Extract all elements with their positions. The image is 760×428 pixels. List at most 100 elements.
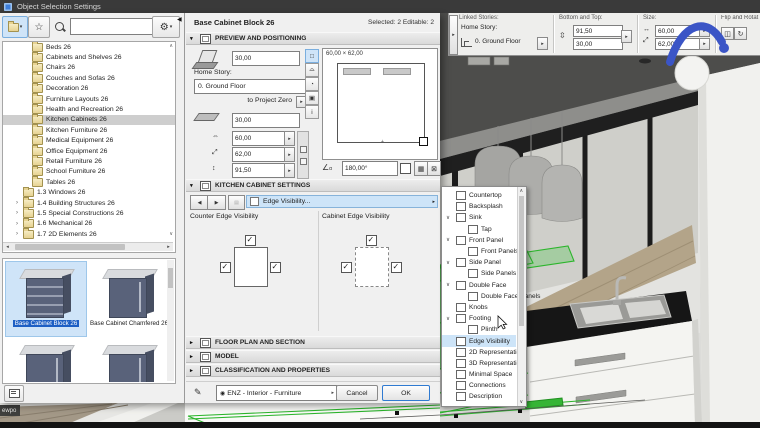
- bottom-top-flyout-button[interactable]: ▸: [621, 30, 632, 43]
- info-preview-icon[interactable]: i: [305, 105, 319, 119]
- home-story-flyout-button[interactable]: ▸: [537, 37, 548, 50]
- scroll-up-icon[interactable]: ∧: [169, 43, 173, 49]
- next-page-button[interactable]: ▶: [207, 195, 226, 210]
- scroll-right-icon[interactable]: ▸: [164, 243, 173, 251]
- collapse-panel-button[interactable]: ◀: [177, 16, 182, 23]
- tree-item[interactable]: Office Equipment 26: [3, 146, 175, 156]
- tree-item[interactable]: Cabinets and Shelves 26: [3, 52, 175, 62]
- tree-item[interactable]: Furniture Layouts 26: [3, 94, 175, 104]
- rotation-input[interactable]: 180,00°: [342, 161, 398, 176]
- width-flyout-button[interactable]: ▸: [284, 131, 295, 146]
- settings-button[interactable]: ⚙▾: [152, 16, 180, 38]
- menu-item[interactable]: Side Panel: [442, 257, 516, 268]
- cancel-button[interactable]: Cancel: [336, 385, 378, 401]
- preview-window[interactable]: 60,00 × 62,00 +: [322, 48, 438, 160]
- info-box-expand-button[interactable]: ▸: [449, 15, 458, 55]
- library-location-button[interactable]: [4, 385, 24, 402]
- top-elevation-input[interactable]: 30,00: [232, 51, 300, 66]
- expander-icon[interactable]: [446, 282, 453, 288]
- ok-button[interactable]: OK: [382, 385, 430, 401]
- menu-item[interactable]: Front Panel: [442, 235, 516, 246]
- scroll-left-icon[interactable]: ◂: [3, 243, 12, 251]
- menu-scrollbar[interactable]: ∧ ∨: [517, 187, 526, 406]
- menu-item[interactable]: Plinth: [442, 324, 528, 335]
- menu-item[interactable]: Knobs: [442, 302, 516, 313]
- menu-item[interactable]: Double Face Panels: [442, 291, 528, 302]
- 3d-preview-icon[interactable]: ◔: [305, 77, 319, 91]
- tree-item[interactable]: Couches and Sofas 26: [3, 73, 175, 83]
- tree-item[interactable]: Beds 26: [3, 42, 175, 52]
- menu-item[interactable]: Front Panels: [442, 246, 528, 257]
- horizontal-scrollbar[interactable]: ◂ ▸: [3, 242, 173, 251]
- tree-item[interactable]: School Furniture 26: [3, 167, 175, 177]
- top-elevation-field[interactable]: 91,50: [573, 25, 623, 37]
- search-button[interactable]: [50, 16, 68, 36]
- tree-item[interactable]: Health and Recreation 26: [3, 104, 175, 114]
- tree-item[interactable]: Kitchen Cabinets 26: [3, 115, 175, 125]
- collapsed-section-bar[interactable]: ▸ MODEL: [186, 350, 440, 363]
- tree-item[interactable]: Medical Equipment 26: [3, 136, 175, 146]
- menu-item[interactable]: 3D Representation: [442, 358, 516, 369]
- expander-icon[interactable]: [446, 215, 453, 221]
- elevation-preview-icon[interactable]: ⌓: [305, 63, 319, 77]
- rotate-button[interactable]: ↻: [734, 27, 747, 40]
- collapsed-section-bar[interactable]: ▸ FLOOR PLAN AND SECTION: [186, 336, 440, 349]
- menu-item[interactable]: Double Face: [442, 280, 516, 291]
- expander-icon[interactable]: [16, 221, 23, 227]
- scrollbar-thumb[interactable]: [15, 244, 125, 250]
- size-width-flyout-button[interactable]: ▸: [699, 25, 710, 37]
- mirror-x-button[interactable]: ▦: [414, 161, 428, 176]
- mirror-button[interactable]: ◫: [721, 27, 734, 40]
- menu-item[interactable]: Description: [442, 391, 516, 402]
- plan-preview-icon[interactable]: □: [305, 49, 319, 63]
- counter-left-edge-checkbox[interactable]: [220, 262, 231, 273]
- cabinet-right-edge-checkbox[interactable]: [391, 262, 402, 273]
- hotspot-handle[interactable]: [419, 137, 428, 146]
- page-list-button[interactable]: ▤: [228, 195, 245, 210]
- anchor-reference-link[interactable]: to Project Zero: [194, 97, 292, 104]
- collapsed-section-bar[interactable]: ▸ CLASSIFICATION AND PROPERTIES: [186, 364, 440, 377]
- cabinet-top-edge-checkbox[interactable]: [366, 235, 377, 246]
- menu-item[interactable]: Edge Visibility: [442, 335, 516, 346]
- model-preview-icon[interactable]: ▣: [305, 91, 319, 105]
- counter-right-edge-checkbox[interactable]: [270, 262, 281, 273]
- tree-item[interactable]: Retail Furniture 26: [3, 156, 175, 166]
- settings-page-dropdown[interactable]: Edge Visibility... ▸: [246, 195, 438, 208]
- search-input[interactable]: [70, 18, 154, 35]
- mirror-y-button[interactable]: ⊠: [427, 161, 441, 176]
- mirror-checkbox[interactable]: [400, 163, 411, 174]
- expander-icon[interactable]: [446, 316, 453, 322]
- bottom-elevation-field[interactable]: 30,00: [573, 38, 623, 50]
- object-thumbnail[interactable]: [6, 338, 86, 382]
- scrollbar-thumb[interactable]: [519, 196, 524, 326]
- counter-top-edge-checkbox[interactable]: [245, 235, 256, 246]
- menu-item[interactable]: Backsplash: [442, 201, 516, 212]
- depth-input[interactable]: 62,00: [232, 147, 286, 162]
- depth-flyout-button[interactable]: ▸: [284, 147, 295, 162]
- scroll-down-icon[interactable]: ∨: [169, 231, 173, 237]
- cabinet-left-edge-checkbox[interactable]: [341, 262, 352, 273]
- object-thumbnail[interactable]: [89, 338, 169, 382]
- object-thumbnail[interactable]: Base Cabinet Block 26: [6, 262, 86, 336]
- menu-item[interactable]: Footing: [442, 313, 516, 324]
- section-preview-positioning[interactable]: ▾ PREVIEW AND POSITIONING: [186, 32, 440, 45]
- tree-item[interactable]: 1.7 2D Elements 26: [3, 229, 175, 239]
- scroll-down-icon[interactable]: ∨: [520, 399, 524, 405]
- scroll-up-icon[interactable]: ∧: [520, 188, 524, 194]
- home-story-select[interactable]: 0. Ground Floor∨: [194, 79, 311, 94]
- layer-select[interactable]: ◉ ENZ - Interior - Furniture ▸: [216, 385, 337, 401]
- tree-item[interactable]: Kitchen Furniture 26: [3, 125, 175, 135]
- section-kitchen-cabinet-settings[interactable]: ▾ KITCHEN CABINET SETTINGS: [186, 179, 440, 192]
- tree-item[interactable]: Chairs 26: [3, 63, 175, 73]
- proportion-link-control[interactable]: [297, 131, 309, 179]
- menu-item[interactable]: Sink: [442, 212, 516, 223]
- folder-view-button[interactable]: ▾: [2, 16, 28, 38]
- width-input[interactable]: 60,00: [232, 131, 286, 146]
- bottom-elevation-input[interactable]: 30,00: [232, 113, 300, 128]
- thumbnail-scrollbar[interactable]: [167, 260, 174, 381]
- menu-item[interactable]: Tap: [442, 224, 528, 235]
- expander-icon[interactable]: [446, 260, 453, 266]
- menu-item[interactable]: Side Panels: [442, 268, 528, 279]
- object-thumbnail[interactable]: Base Cabinet Chamfered 26: [89, 262, 169, 336]
- size-depth-flyout-button[interactable]: ▸: [699, 38, 710, 50]
